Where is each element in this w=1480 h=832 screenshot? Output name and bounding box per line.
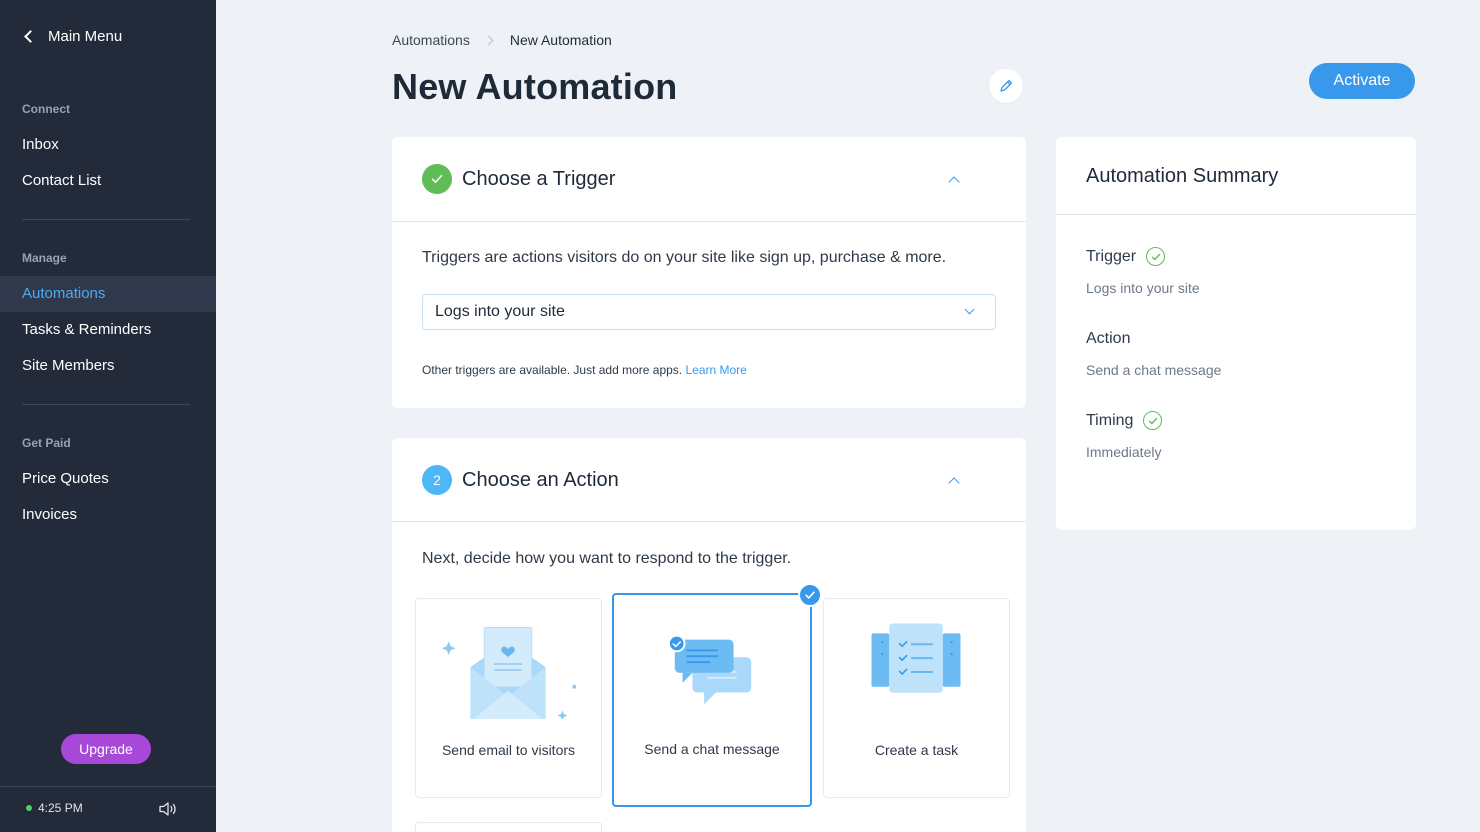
selected-check-icon xyxy=(798,583,822,607)
action-option-create-task[interactable]: Create a task xyxy=(823,598,1010,798)
chevron-down-icon xyxy=(964,304,975,315)
action-card-header[interactable]: 2 Choose an Action xyxy=(392,438,1026,522)
trigger-card-header[interactable]: Choose a Trigger xyxy=(392,137,1026,222)
sidebar-item-contact-list[interactable]: Contact List xyxy=(0,163,216,199)
summary-label-text: Trigger xyxy=(1086,247,1137,265)
chat-bubbles-icon xyxy=(667,634,752,705)
pencil-icon xyxy=(1000,79,1013,92)
action-option-label: Send a chat message xyxy=(644,741,780,757)
trigger-dropdown[interactable]: Logs into your site xyxy=(422,294,996,330)
main-menu-button[interactable]: Main Menu xyxy=(22,28,122,45)
trigger-card: Choose a Trigger Triggers are actions vi… xyxy=(392,137,1026,408)
action-option-send-email[interactable]: Send email to visitors xyxy=(415,598,602,798)
section-label-connect: Connect xyxy=(22,102,70,116)
sidebar: Main Menu Connect Inbox Contact List Man… xyxy=(0,0,216,832)
sidebar-divider xyxy=(22,219,190,220)
summary-timing-value: Immediately xyxy=(1086,444,1162,460)
automation-summary-card: Automation Summary Trigger Logs into you… xyxy=(1056,137,1416,530)
action-card: 2 Choose an Action Next, decide how you … xyxy=(392,438,1026,832)
sidebar-item-site-members[interactable]: Site Members xyxy=(0,348,216,384)
main-menu-label: Main Menu xyxy=(48,28,123,45)
online-status-dot xyxy=(26,805,32,811)
trigger-dropdown-value: Logs into your site xyxy=(435,303,565,320)
trigger-title: Choose a Trigger xyxy=(462,168,616,190)
task-checklist-icon xyxy=(871,623,961,693)
summary-label-text: Action xyxy=(1086,330,1131,347)
summary-action-label: Action xyxy=(1086,330,1130,348)
chevron-right-icon xyxy=(483,35,494,45)
sidebar-item-price-quotes[interactable]: Price Quotes xyxy=(0,461,216,497)
action-title: Choose an Action xyxy=(462,469,619,491)
chevron-up-icon[interactable] xyxy=(948,176,960,188)
summary-header: Automation Summary xyxy=(1056,137,1416,215)
summary-timing-label: Timing xyxy=(1086,411,1163,430)
learn-more-link[interactable]: Learn More xyxy=(685,363,746,377)
summary-trigger-label: Trigger xyxy=(1086,247,1166,266)
action-option-send-chat[interactable]: Send a chat message xyxy=(612,583,822,807)
clock-time: 4:25 PM xyxy=(38,801,83,815)
activate-button[interactable]: Activate xyxy=(1309,63,1415,99)
upgrade-button[interactable]: Upgrade xyxy=(61,734,151,764)
email-envelope-icon xyxy=(441,626,577,719)
sidebar-item-invoices[interactable]: Invoices xyxy=(0,497,216,533)
check-icon xyxy=(422,164,452,194)
chevron-up-icon[interactable] xyxy=(948,477,960,489)
step-number-badge: 2 xyxy=(422,465,452,495)
action-option-more[interactable] xyxy=(415,822,602,832)
breadcrumb-automations[interactable]: Automations xyxy=(392,32,470,48)
speaker-icon[interactable] xyxy=(158,799,178,819)
breadcrumb: Automations New Automation xyxy=(392,32,612,48)
chevron-left-icon xyxy=(24,30,37,43)
section-label-get-paid: Get Paid xyxy=(22,436,71,450)
trigger-note: Other triggers are available. Just add m… xyxy=(422,363,747,377)
section-label-manage: Manage xyxy=(22,251,67,265)
summary-title: Automation Summary xyxy=(1086,165,1279,187)
check-circle-icon xyxy=(1146,247,1166,266)
trigger-note-text: Other triggers are available. Just add m… xyxy=(422,363,683,377)
summary-trigger-value: Logs into your site xyxy=(1086,280,1200,296)
action-option-label: Create a task xyxy=(874,742,959,758)
sidebar-item-inbox[interactable]: Inbox xyxy=(0,127,216,163)
summary-action-value: Send a chat message xyxy=(1086,362,1222,378)
action-description: Next, decide how you want to respond to … xyxy=(422,550,792,567)
action-option-label: Send email to visitors xyxy=(441,742,576,758)
sidebar-item-automations[interactable]: Automations xyxy=(0,276,216,312)
breadcrumb-current: New Automation xyxy=(509,32,612,48)
summary-label-text: Timing xyxy=(1086,411,1134,429)
sidebar-item-tasks-reminders[interactable]: Tasks & Reminders xyxy=(0,312,216,348)
check-circle-icon xyxy=(1143,411,1163,430)
edit-title-button[interactable] xyxy=(989,69,1023,103)
sidebar-divider xyxy=(22,404,190,405)
page-title: New Automation xyxy=(392,66,678,107)
trigger-description: Triggers are actions visitors do on your… xyxy=(422,249,947,266)
sidebar-footer: 4:25 PM xyxy=(0,786,216,832)
